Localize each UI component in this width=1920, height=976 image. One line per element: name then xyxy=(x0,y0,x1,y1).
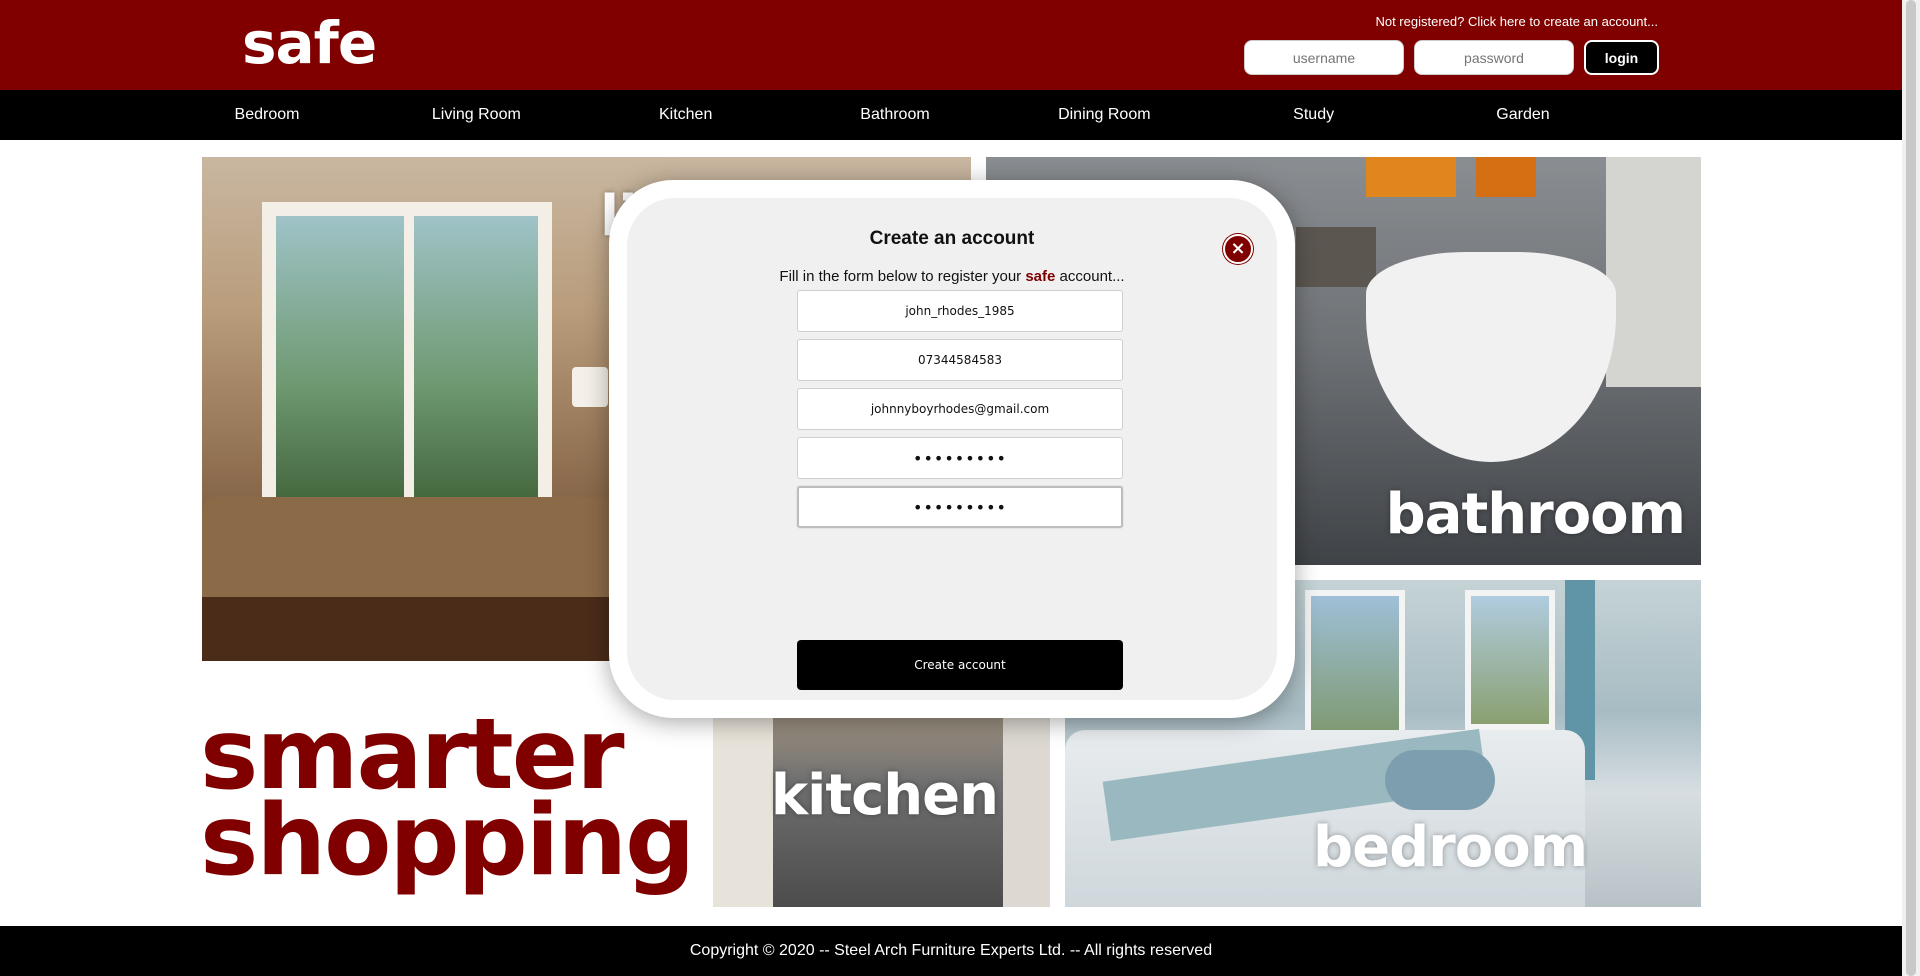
nav-item-garden[interactable]: Garden xyxy=(1423,106,1623,124)
modal-subtitle: Fill in the form below to register your … xyxy=(627,268,1277,285)
phone-field[interactable] xyxy=(797,339,1123,381)
category-nav: Bedroom Living Room Kitchen Bathroom Din… xyxy=(0,90,1902,140)
email-field[interactable] xyxy=(797,388,1123,430)
nav-item-dining-room[interactable]: Dining Room xyxy=(1004,106,1204,124)
tagline: smarter shopping xyxy=(200,706,695,899)
create-account-modal: Create an account × Fill in the form bel… xyxy=(609,180,1295,718)
close-icon[interactable]: × xyxy=(1223,234,1253,264)
tagline-line-2: shopping xyxy=(200,784,695,899)
kitchen-tile-label: kitchen xyxy=(770,763,999,828)
page-scrollbar[interactable] xyxy=(1902,0,1920,976)
living-room-window-image xyxy=(262,202,552,532)
nav-item-bedroom[interactable]: Bedroom xyxy=(167,106,367,124)
kitchen-cabinet-image xyxy=(713,700,773,907)
nav-item-kitchen[interactable]: Kitchen xyxy=(586,106,786,124)
nav-item-living-room[interactable]: Living Room xyxy=(376,106,576,124)
modal-subtitle-prefix: Fill in the form below to register your xyxy=(779,268,1026,285)
marble-wall-image xyxy=(1606,157,1701,387)
create-account-modal-body: Create an account × Fill in the form bel… xyxy=(627,198,1277,700)
confirm-password-field[interactable] xyxy=(797,486,1123,528)
lamp-image xyxy=(572,367,608,407)
nav-item-study[interactable]: Study xyxy=(1214,106,1414,124)
site-header: safe Not registered? Click here to creat… xyxy=(0,0,1902,90)
wall-art-image-2 xyxy=(1476,157,1536,197)
bedroom-window-image-2 xyxy=(1465,590,1555,730)
kitchen-tile[interactable]: kitchen xyxy=(713,700,1050,907)
pillow-image xyxy=(1385,750,1495,810)
bathtub-image xyxy=(1366,252,1616,462)
sofa-image xyxy=(202,497,622,607)
modal-title: Create an account xyxy=(869,228,1035,249)
bathroom-tile-label: bathroom xyxy=(1385,482,1686,547)
login-button[interactable]: login xyxy=(1584,40,1659,75)
site-logo[interactable]: safe xyxy=(242,14,377,72)
kitchen-cabinet-image-2 xyxy=(1003,700,1050,907)
site-footer: Copyright © 2020 -- Steel Arch Furniture… xyxy=(0,926,1902,976)
vanity-image xyxy=(1296,227,1376,287)
wall-art-image xyxy=(1366,157,1456,197)
login-password-input[interactable] xyxy=(1414,40,1574,75)
create-account-button[interactable]: Create account xyxy=(797,640,1123,690)
bedroom-tile-label: bedroom xyxy=(1313,815,1588,880)
modal-subtitle-suffix: account... xyxy=(1055,268,1125,285)
username-field[interactable] xyxy=(797,290,1123,332)
password-field[interactable] xyxy=(797,437,1123,479)
nav-item-bathroom[interactable]: Bathroom xyxy=(795,106,995,124)
register-link[interactable]: Not registered? Click here to create an … xyxy=(1310,14,1658,29)
modal-subtitle-brand: safe xyxy=(1025,268,1056,285)
copyright-text: Copyright © 2020 -- Steel Arch Furniture… xyxy=(689,942,1213,959)
scrollbar-thumb[interactable] xyxy=(1906,0,1916,976)
login-username-input[interactable] xyxy=(1244,40,1404,75)
bedroom-window-image xyxy=(1305,590,1405,740)
